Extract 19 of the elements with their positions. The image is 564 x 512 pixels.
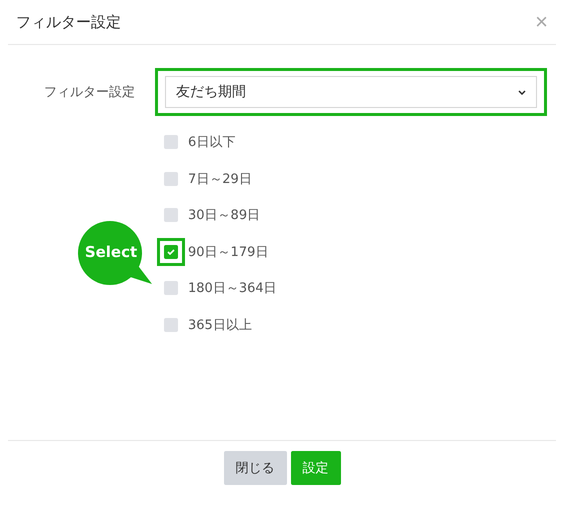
- checkbox[interactable]: [164, 172, 178, 186]
- option-label: 180日～364日: [188, 280, 277, 298]
- checkbox[interactable]: [164, 318, 178, 332]
- option-label: 30日～89日: [188, 207, 260, 224]
- option-label: 7日～29日: [188, 170, 252, 188]
- dialog-title: フィルター設定: [16, 12, 121, 32]
- option-label: 6日以下: [188, 134, 236, 152]
- checkbox[interactable]: [164, 281, 178, 296]
- callout-text: Select: [84, 243, 138, 261]
- option-label: 90日～179日: [188, 244, 268, 261]
- option-label: 365日以上: [188, 316, 252, 334]
- checkbox[interactable]: [164, 208, 178, 222]
- chevron-down-icon: [518, 90, 526, 94]
- checkbox[interactable]: [164, 135, 178, 150]
- close-button[interactable]: 閉じる: [224, 451, 286, 485]
- check-icon: [167, 248, 175, 255]
- checkbox[interactable]: [164, 244, 178, 259]
- field-label: フィルター設定: [43, 84, 135, 101]
- filter-select[interactable]: 友だち期間: [165, 76, 537, 108]
